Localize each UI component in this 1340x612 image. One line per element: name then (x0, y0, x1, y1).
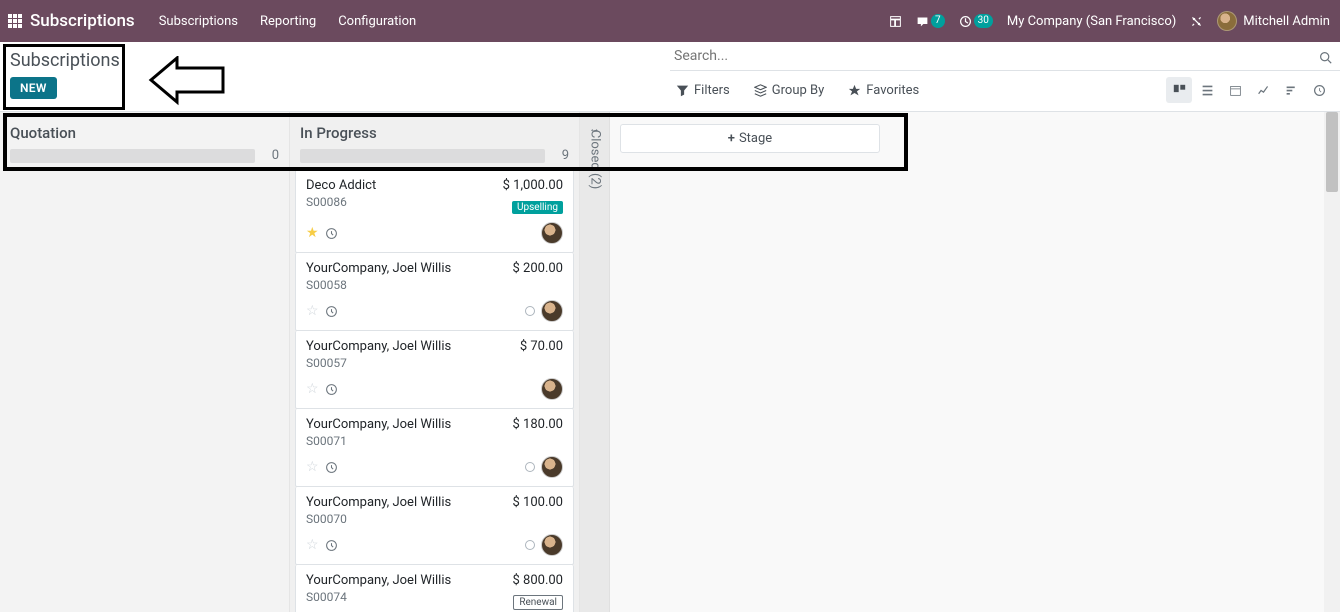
card-title: YourCompany, Joel Willis (306, 573, 451, 588)
kanban-card[interactable]: YourCompany, Joel Willis S00071 $ 180.00… (295, 409, 574, 487)
kanban-add-stage-area: +Stage (610, 112, 1340, 612)
assignee-avatar[interactable] (541, 378, 563, 400)
favorites-button[interactable]: Favorites (848, 83, 919, 98)
card-amount: $ 70.00 (520, 339, 563, 354)
menu-reporting[interactable]: Reporting (260, 14, 316, 29)
star-icon[interactable]: ☆ (306, 303, 319, 319)
scrollbar-thumb[interactable] (1326, 112, 1338, 192)
filters-button[interactable]: Filters (676, 83, 730, 98)
card-ref: S00058 (306, 278, 451, 292)
card-amount: $ 800.00 (513, 573, 564, 588)
assignee-avatar[interactable] (541, 222, 563, 244)
kanban-card[interactable]: YourCompany, Joel Willis S00057 $ 70.00 … (295, 331, 574, 409)
star-icon[interactable]: ★ (306, 225, 319, 241)
menu-configuration[interactable]: Configuration (338, 14, 416, 29)
plus-icon: + (728, 131, 735, 146)
company-switcher[interactable]: My Company (San Francisco) (1007, 14, 1176, 29)
messages-count: 7 (931, 14, 945, 28)
card-tag: Renewal (513, 595, 563, 610)
card-tag: Upselling (512, 201, 563, 214)
pivot-view-button[interactable] (1278, 77, 1304, 103)
user-name: Mitchell Admin (1243, 14, 1330, 29)
view-switcher (1166, 77, 1340, 103)
groupby-button[interactable]: Group By (754, 83, 825, 98)
kanban-card[interactable]: YourCompany, Joel Willis S00070 $ 100.00… (295, 487, 574, 565)
user-menu[interactable]: Mitchell Admin (1217, 11, 1330, 31)
activity-icon[interactable] (325, 460, 338, 475)
card-title: YourCompany, Joel Willis (306, 261, 451, 276)
card-title: Deco Addict (306, 178, 376, 193)
apps-menu-button[interactable] (0, 14, 30, 28)
kanban-card[interactable]: YourCompany, Joel Willis S00074 $ 800.00… (295, 565, 574, 612)
kanban-card[interactable]: YourCompany, Joel Willis S00058 $ 200.00… (295, 253, 574, 331)
status-dot-icon[interactable] (525, 306, 535, 316)
column-title[interactable]: In Progress (300, 124, 569, 142)
star-icon[interactable]: ☆ (306, 459, 319, 475)
messages-button[interactable]: 7 (916, 14, 945, 28)
assignee-avatar[interactable] (541, 534, 563, 556)
kanban-view-button[interactable] (1166, 77, 1192, 103)
star-icon[interactable]: ☆ (306, 381, 319, 397)
card-ref: S00071 (306, 434, 451, 448)
column-title[interactable]: Quotation (10, 124, 279, 142)
kanban-column-quotation: Quotation 0 (0, 112, 290, 612)
card-title: YourCompany, Joel Willis (306, 495, 451, 510)
column-count: 9 (551, 148, 569, 163)
card-title: YourCompany, Joel Willis (306, 339, 451, 354)
activity-icon[interactable] (325, 304, 338, 319)
card-ref: S00074 (306, 590, 451, 604)
status-dot-icon[interactable] (525, 540, 535, 550)
vertical-scrollbar[interactable] (1324, 112, 1340, 612)
assignee-avatar[interactable] (541, 456, 563, 478)
card-ref: S00086 (306, 195, 376, 209)
card-title: YourCompany, Joel Willis (306, 417, 451, 432)
star-icon (848, 84, 861, 97)
card-ref: S00057 (306, 356, 451, 370)
activity-icon[interactable] (325, 538, 338, 553)
card-amount: $ 1,000.00 (503, 178, 563, 193)
activity-view-button[interactable] (1306, 77, 1332, 103)
activity-icon[interactable] (325, 226, 338, 241)
graph-view-button[interactable] (1250, 77, 1276, 103)
kanban-folded-closed[interactable]: ↔ Closed (2) (580, 112, 610, 612)
star-icon[interactable]: ☆ (306, 537, 319, 553)
card-amount: $ 180.00 (513, 417, 564, 432)
assignee-avatar[interactable] (541, 300, 563, 322)
card-amount: $ 200.00 (513, 261, 564, 276)
list-view-button[interactable] (1194, 77, 1220, 103)
activities-count: 30 (974, 14, 993, 28)
main-navbar: Subscriptions Subscriptions Reporting Co… (0, 0, 1340, 42)
kanban-card[interactable]: Deco Addict S00086 $ 1,000.00 Upselling … (295, 169, 574, 253)
layers-icon (754, 84, 767, 97)
card-amount: $ 100.00 (513, 495, 564, 510)
app-name[interactable]: Subscriptions (30, 11, 135, 31)
annotation-arrow-icon (145, 56, 230, 106)
folded-label: Closed (2) (587, 130, 602, 189)
activity-icon[interactable] (325, 382, 338, 397)
activities-button[interactable]: 30 (959, 14, 993, 28)
apps-grid-icon (8, 14, 22, 28)
new-button[interactable]: NEW (10, 77, 57, 99)
column-count: 0 (261, 148, 279, 163)
card-ref: S00070 (306, 512, 451, 526)
menu-subscriptions[interactable]: Subscriptions (159, 14, 238, 29)
kanban-view: Quotation 0 In Progress 9 Deco Addict S0… (0, 112, 1340, 612)
status-dot-icon[interactable] (525, 462, 535, 472)
add-stage-button[interactable]: +Stage (620, 124, 880, 153)
search-input[interactable] (670, 42, 1310, 70)
debug-icon[interactable] (1190, 14, 1203, 29)
user-avatar-icon (1217, 11, 1237, 31)
spreadsheet-icon[interactable] (889, 15, 902, 28)
breadcrumb: Subscriptions (10, 50, 670, 71)
calendar-view-button[interactable] (1222, 77, 1248, 103)
kanban-column-in-progress: In Progress 9 Deco Addict S00086 $ 1,000… (290, 112, 580, 612)
funnel-icon (676, 84, 689, 97)
search-icon[interactable] (1310, 47, 1340, 66)
column-progress-bar[interactable] (300, 149, 545, 163)
column-progress-bar[interactable] (10, 149, 255, 163)
